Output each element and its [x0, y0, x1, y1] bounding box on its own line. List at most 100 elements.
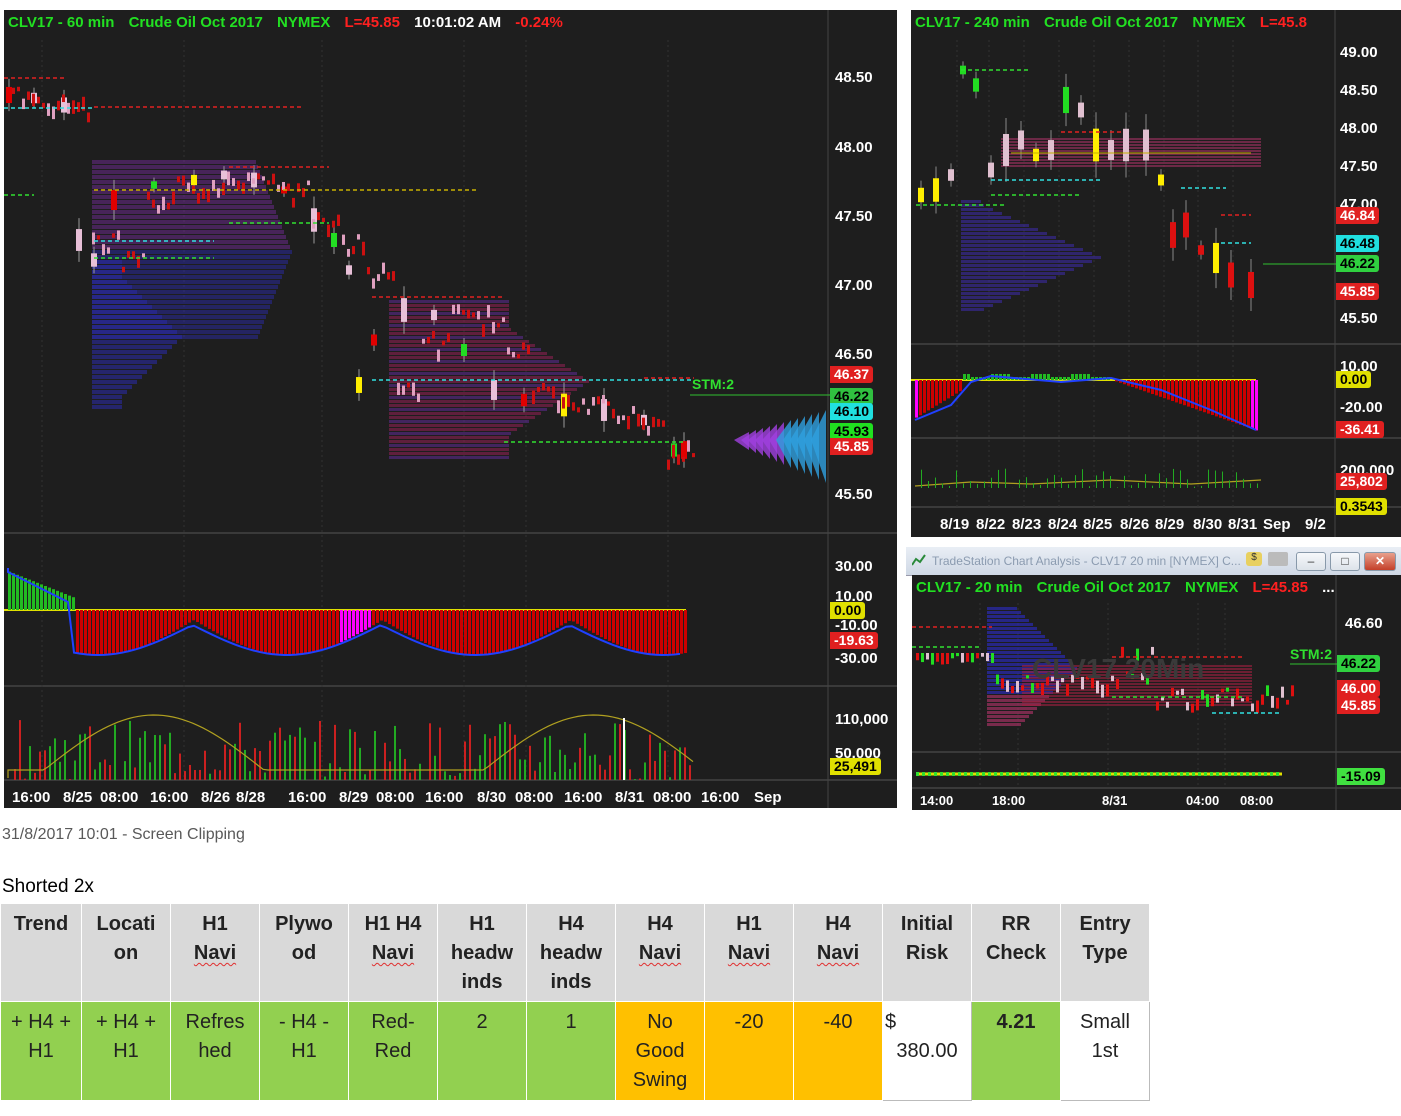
candle — [562, 397, 565, 409]
maximize-button[interactable]: □ — [1330, 552, 1360, 571]
candle — [262, 176, 265, 181]
candle — [1021, 685, 1024, 691]
histogram-bar — [116, 610, 119, 654]
indicator-tag: 0.00 — [830, 602, 866, 619]
close-button[interactable]: ✕ — [1364, 552, 1396, 571]
volume-bar — [534, 770, 536, 780]
volume-bar — [1208, 469, 1209, 488]
candle — [217, 188, 220, 198]
chart-20min[interactable]: CLV17 - 20 min Crude Oil Oct 2017 NYMEX … — [912, 575, 1401, 810]
indicator-tag: -19.63 — [830, 632, 878, 649]
volume-profile-bar — [92, 360, 157, 364]
chart-window-titlebar[interactable]: TradeStation Chart Analysis - CLV17 20 m… — [906, 547, 1401, 576]
histogram-bar — [1216, 772, 1219, 776]
volume-bar — [1110, 475, 1111, 488]
candle — [76, 229, 82, 251]
candle — [1236, 688, 1239, 700]
candle — [502, 317, 505, 322]
volume-profile-bar — [961, 272, 1065, 275]
time-axis-label: Sep — [754, 789, 782, 806]
histogram-bar — [596, 610, 599, 635]
histogram-bar — [1240, 772, 1243, 776]
dollar-icon[interactable]: $ — [1246, 552, 1262, 566]
candle — [342, 234, 345, 245]
cell-text: Small — [1079, 1011, 1130, 1033]
candle — [247, 172, 250, 182]
toolbar-icon[interactable] — [1268, 552, 1288, 566]
cell-text: H1 — [291, 1040, 317, 1062]
candle — [332, 220, 335, 228]
histogram-bar — [468, 610, 471, 655]
volume-profile-bar — [961, 264, 1083, 267]
histogram-bar — [328, 610, 331, 648]
candle — [427, 336, 430, 344]
candle — [1166, 701, 1169, 708]
exchange-label: NYMEX — [1184, 579, 1239, 596]
trade-checklist-table: Trend Locati on H1 Navi Plywo od H1 H4 Navi H1 hea… — [0, 903, 1150, 1101]
histogram-bar — [332, 610, 335, 646]
candle — [237, 180, 240, 190]
histogram-bar — [12, 573, 15, 610]
minimize-button[interactable]: – — [1296, 552, 1326, 571]
volume-bar — [129, 720, 131, 780]
instrument-name: Crude Oil Oct 2017 — [1036, 579, 1171, 596]
histogram-bar — [556, 610, 559, 628]
histogram-bar — [612, 610, 615, 643]
volume-tag: 25,802 — [1336, 473, 1387, 490]
histogram-bar — [280, 610, 283, 655]
volume-bar — [154, 734, 156, 780]
candle — [252, 178, 255, 184]
histogram-bar — [684, 610, 687, 654]
candle — [372, 278, 375, 289]
volume-profile-bar — [961, 280, 1047, 283]
histogram-bar — [1132, 772, 1135, 776]
volume-profile-bar — [389, 368, 571, 371]
candle — [371, 334, 377, 346]
volume-bar — [514, 734, 516, 780]
volume-profile-bar — [389, 372, 577, 375]
price-tag: 45.85 — [830, 438, 874, 455]
time-axis-label: 14:00 — [920, 793, 954, 808]
time-axis-label: 9/2 — [1305, 516, 1326, 533]
candle — [1276, 697, 1279, 709]
volume-profile-bar — [92, 390, 127, 394]
candle — [77, 102, 80, 113]
histogram-bar — [1180, 772, 1183, 776]
candle — [1170, 222, 1176, 248]
candle — [151, 181, 157, 189]
volume-profile-bar — [987, 611, 1021, 614]
volume-bar — [19, 720, 21, 780]
volume-bar — [689, 765, 691, 780]
chart-60min[interactable]: CLV17 - 60 min Crude Oil Oct 2017 NYMEX … — [4, 10, 897, 808]
histogram-bar — [919, 380, 922, 416]
header-text: Entry — [1079, 913, 1131, 935]
volume-bar — [949, 485, 950, 488]
chart-240min[interactable]: CLV17 - 240 min Crude Oil Oct 2017 NYMEX… — [911, 10, 1401, 537]
volume-profile-bar — [987, 639, 1049, 642]
candle — [272, 173, 275, 185]
histogram-bar — [364, 610, 367, 630]
candle — [191, 174, 197, 186]
volume-bar — [89, 726, 91, 780]
candle — [17, 86, 20, 92]
candle — [102, 244, 105, 256]
volume-bar — [444, 771, 446, 780]
histogram-bar — [180, 610, 183, 628]
candle — [287, 183, 290, 192]
histogram-bar — [252, 610, 255, 650]
volume-bar — [1138, 482, 1139, 488]
histogram-bar — [947, 380, 950, 399]
header-text: Type — [1082, 942, 1128, 964]
histogram-bar — [959, 380, 962, 392]
candle — [327, 224, 330, 238]
histogram-bar — [340, 610, 343, 643]
candle — [346, 265, 352, 275]
volume-bar — [963, 483, 964, 488]
volume-bar — [439, 727, 441, 780]
volume-bar — [1173, 468, 1174, 488]
histogram-bar — [967, 374, 970, 380]
histogram-bar — [268, 610, 271, 654]
candle — [1221, 688, 1224, 693]
candle — [1226, 687, 1229, 692]
histogram-bar — [240, 610, 243, 645]
